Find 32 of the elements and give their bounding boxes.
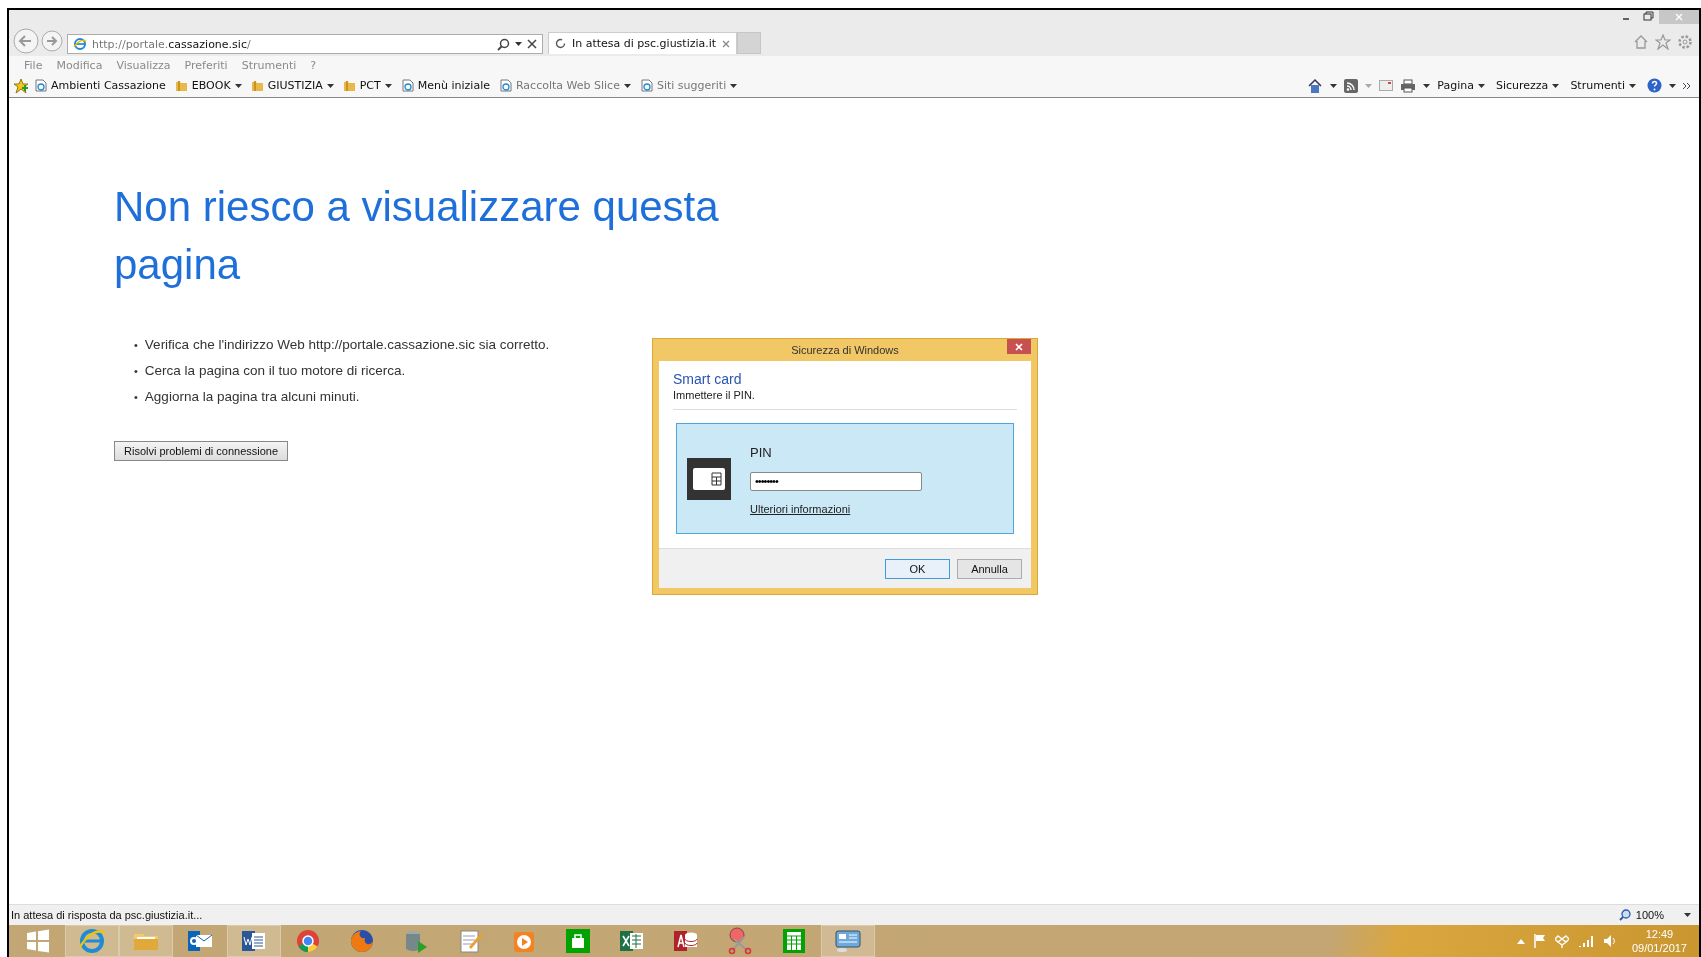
bullet: • [134, 390, 138, 405]
command-menu[interactable]: Strumenti [1570, 79, 1636, 92]
address-field[interactable]: http://portale.cassazione.sic/ [67, 34, 543, 54]
error-heading: Non riesco a visualizzare questa pagina [114, 182, 720, 290]
url-text: http://portale.cassazione.sic/ [92, 37, 252, 51]
dialog-button[interactable]: Annulla [957, 558, 1022, 579]
clock-time: 12:49 [1645, 927, 1674, 941]
zoom-level[interactable]: 100% [1635, 909, 1664, 921]
bullet: • [134, 338, 138, 353]
bullet: • [134, 364, 138, 379]
pin-label: PIN [750, 444, 773, 460]
pin-field[interactable]: •••••••• [750, 471, 922, 491]
more-info-link[interactable]: Ulteriori informazioni [750, 502, 851, 515]
suggestion-text: Aggiorna la pagina tra alcuni minuti. [144, 388, 360, 406]
instruction-text: Immettere il PIN. [673, 389, 756, 401]
troubleshoot-button[interactable]: Risolvi problemi di connessione [114, 441, 289, 461]
clock-date: 09/01/2017 [1631, 941, 1687, 955]
favorite-link[interactable]: Menù iniziale [400, 79, 490, 92]
favorite-link[interactable]: EBOOK [174, 79, 242, 92]
favorite-link[interactable]: PCT [342, 79, 392, 92]
command-menu[interactable]: Pagina [1437, 79, 1485, 92]
status-text: In attesa di risposta da psc.giustizia.it... [11, 909, 203, 921]
suggestion-text: Verifica che l'indirizzo Web http://portale.cassazione.sic sia corretto. [144, 336, 550, 354]
favorite-link[interactable]: GIUSTIZIA [250, 79, 334, 92]
dialog-title: Sicurezza di Windows [791, 344, 899, 356]
browser-tab[interactable]: In attesa di psc.giustizia.it [548, 32, 738, 54]
credential-tile[interactable]: PIN •••••••• Ulteriori informazioni [676, 423, 1014, 534]
command-menu[interactable]: Sicurezza [1495, 79, 1560, 92]
suggestion-text: Cerca la pagina con il tuo motore di ricerca. [144, 362, 406, 380]
dialog-button[interactable]: OK [885, 558, 950, 579]
dialog-heading: Smart card [673, 371, 743, 387]
favorite-link[interactable]: Ambienti Cassazione [34, 79, 166, 92]
